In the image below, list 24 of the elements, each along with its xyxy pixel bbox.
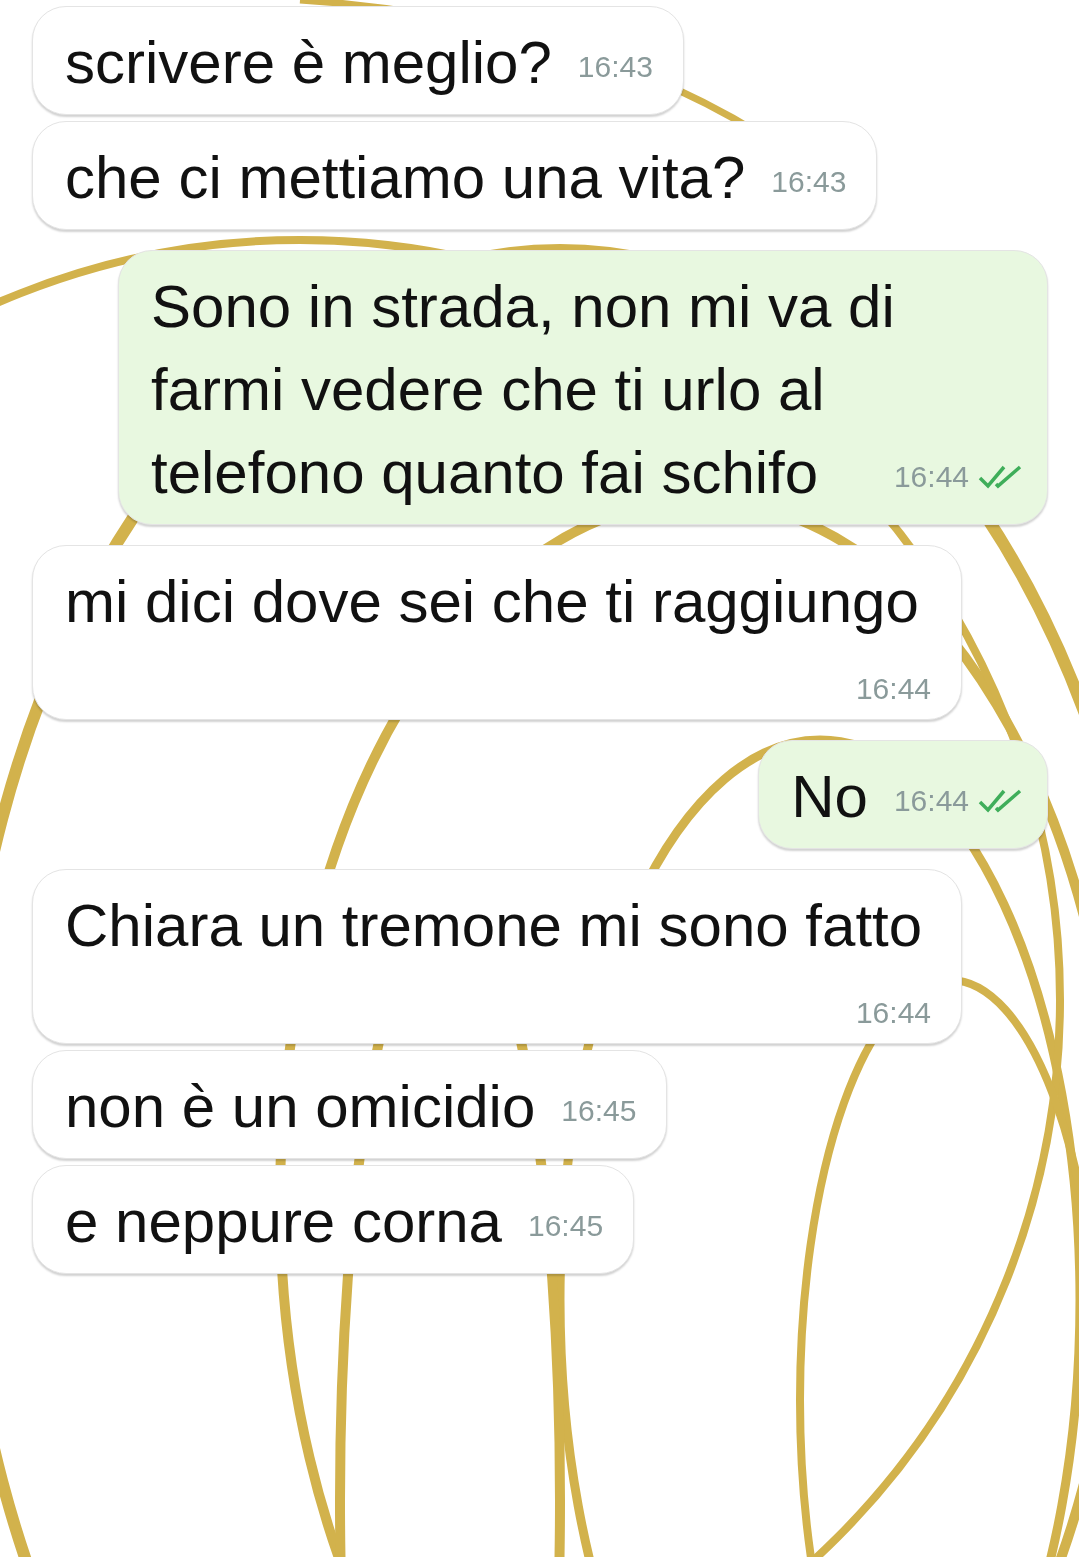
sent-message-bubble[interactable]: Sono in strada, non mi va di farmi vedere che ti urlo al telefono quanto fai schifo 16:44: [118, 250, 1048, 525]
received-message-bubble[interactable]: e neppure corna 16:45: [32, 1165, 635, 1274]
message-text: e neppure corna: [65, 1188, 502, 1255]
message-time: 16:43: [771, 164, 847, 200]
message-text: mi dici dove sei che ti raggiungo: [65, 568, 919, 635]
message-time: 16:43: [577, 49, 653, 85]
received-message-bubble[interactable]: mi dici dove sei che ti raggiungo 16:44: [32, 545, 962, 720]
message-time: 16:44: [893, 459, 969, 495]
message-text: non è un omicidio: [65, 1073, 536, 1140]
received-message-bubble[interactable]: che ci mettiamo una vita? 16:43: [32, 121, 878, 230]
message-text: scrivere è meglio?: [65, 29, 552, 96]
received-message-bubble[interactable]: scrivere è meglio? 16:43: [32, 6, 684, 115]
message-text: No: [791, 763, 868, 830]
sent-message-bubble[interactable]: No 16:44: [758, 740, 1048, 849]
message-time: 16:44: [893, 783, 969, 819]
message-text: Sono in strada, non mi va di farmi vedere che ti urlo al telefono quanto fai schifo: [151, 273, 895, 506]
message-text: che ci mettiamo una vita?: [65, 144, 746, 211]
message-time: 16:45: [528, 1208, 604, 1244]
received-message-bubble[interactable]: Chiara un tremone mi sono fatto 16:44: [32, 869, 962, 1044]
message-time: 16:45: [561, 1093, 637, 1129]
message-text: Chiara un tremone mi sono fatto: [65, 892, 923, 959]
message-time: 16:44: [855, 671, 931, 707]
message-time: 16:44: [855, 995, 931, 1031]
received-message-bubble[interactable]: non è un omicidio 16:45: [32, 1050, 668, 1159]
